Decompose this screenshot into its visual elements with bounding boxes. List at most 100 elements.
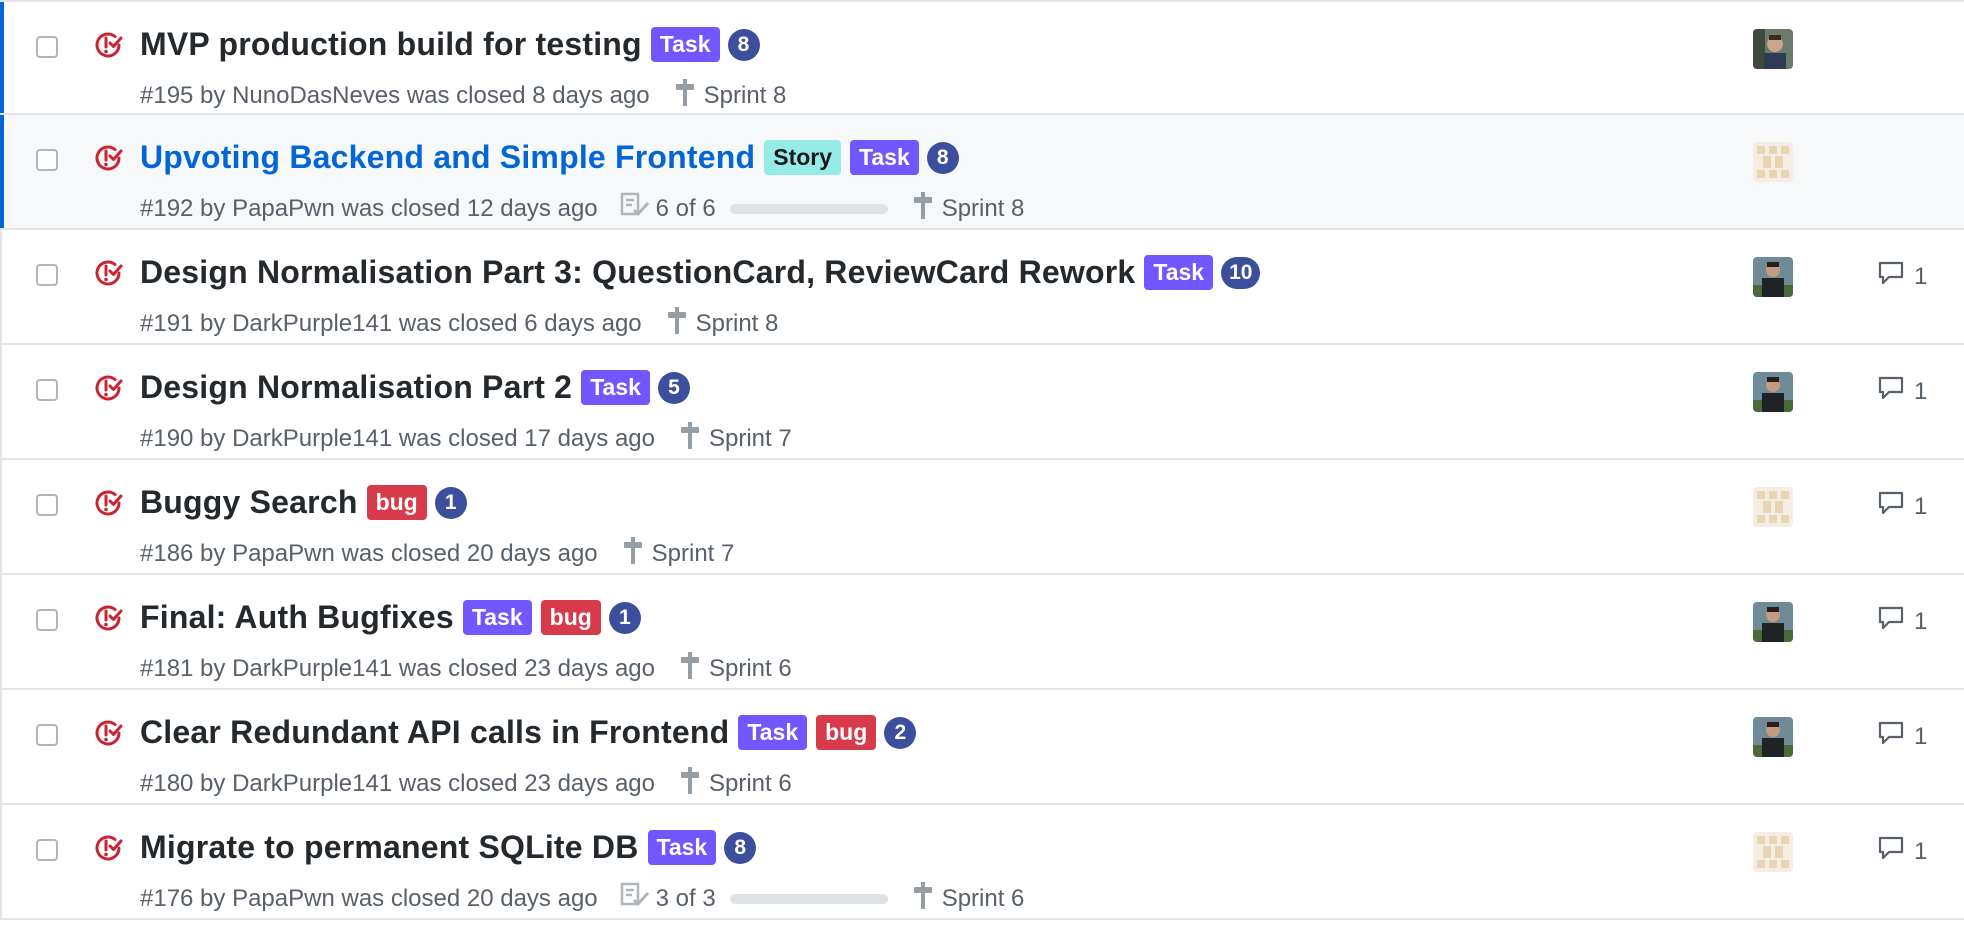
issue-meta-text[interactable]: #192 by PapaPwn was closed 12 days ago: [140, 195, 598, 223]
milestone-link[interactable]: Sprint 8: [666, 305, 778, 342]
milestone-link[interactable]: Sprint 6: [679, 650, 792, 687]
issue-meta-text[interactable]: #186 by PapaPwn was closed 20 days ago: [140, 540, 598, 568]
milestone-link[interactable]: Sprint 7: [622, 535, 735, 572]
issue-row[interactable]: Buggy Search bug 1 #186 by PapaPwn was c…: [0, 460, 1964, 575]
issue-closed-icon: [93, 258, 123, 288]
issue-meta: #190 by DarkPurple141 was closed 17 days…: [140, 420, 792, 457]
comment-count-value: 1: [1914, 722, 1928, 750]
milestone-link[interactable]: Sprint 6: [679, 765, 792, 802]
issue-title-line: Final: Auth Bugfixes Task bug 1: [140, 599, 641, 636]
milestone-link[interactable]: Sprint 8: [912, 190, 1024, 227]
comment-icon: [1877, 260, 1914, 293]
label-task[interactable]: Task: [647, 830, 717, 865]
comment-count[interactable]: 1: [1877, 375, 1927, 408]
issue-title[interactable]: Design Normalisation Part 3: QuestionCar…: [140, 254, 1135, 291]
issue-title[interactable]: Final: Auth Bugfixes: [140, 599, 454, 636]
issue-meta: #180 by DarkPurple141 was closed 23 days…: [140, 765, 792, 802]
issue-row[interactable]: Design Normalisation Part 3: QuestionCar…: [0, 230, 1964, 345]
select-checkbox[interactable]: [36, 264, 58, 286]
assignee-avatar[interactable]: [1753, 29, 1793, 69]
comment-count[interactable]: 1: [1877, 720, 1927, 753]
issue-row[interactable]: Design Normalisation Part 2 Task 5 #190 …: [0, 345, 1964, 460]
comment-count[interactable]: 1: [1877, 490, 1927, 523]
assignee-avatar[interactable]: [1753, 717, 1793, 757]
milestone-icon: [679, 650, 709, 687]
task-progress-bar: [729, 203, 888, 214]
issue-meta-text[interactable]: #181 by DarkPurple141 was closed 23 days…: [140, 655, 655, 683]
issue-title-line: MVP production build for testing Task 8: [140, 26, 760, 63]
issue-title[interactable]: Buggy Search: [140, 484, 358, 521]
issue-meta-text[interactable]: #191 by DarkPurple141 was closed 6 days …: [140, 310, 642, 338]
issue-meta-text[interactable]: #176 by PapaPwn was closed 20 days ago: [140, 885, 598, 913]
task-progress: 3 of 3: [620, 882, 888, 915]
issue-meta-text[interactable]: #190 by DarkPurple141 was closed 17 days…: [140, 425, 655, 453]
select-checkbox[interactable]: [36, 494, 58, 516]
issue-meta: #181 by DarkPurple141 was closed 23 days…: [140, 650, 792, 687]
milestone-link[interactable]: Sprint 6: [912, 880, 1024, 917]
estimate-badge: 8: [724, 831, 757, 864]
comment-icon: [1877, 720, 1914, 753]
issue-row[interactable]: MVP production build for testing Task 8 …: [0, 0, 1964, 115]
issue-title[interactable]: Migrate to permanent SQLite DB: [140, 829, 639, 866]
milestone-label: Sprint 8: [703, 81, 787, 109]
assignee-avatar[interactable]: [1753, 142, 1793, 182]
label-task[interactable]: Task: [462, 600, 532, 635]
task-progress-text: 6 of 6: [655, 194, 716, 222]
milestone-icon: [674, 77, 704, 114]
issue-meta: #192 by PapaPwn was closed 12 days ago 6…: [140, 190, 1024, 227]
estimate-badge: 2: [884, 716, 917, 749]
issue-row[interactable]: Final: Auth Bugfixes Task bug 1 #181 by D…: [0, 575, 1964, 690]
milestone-link[interactable]: Sprint 7: [679, 420, 792, 457]
issue-title-line: Migrate to permanent SQLite DB Task 8: [140, 829, 757, 866]
select-checkbox[interactable]: [36, 724, 58, 746]
milestone-icon: [679, 420, 709, 457]
select-checkbox[interactable]: [36, 149, 58, 171]
comment-count-value: 1: [1914, 607, 1928, 635]
issue-title[interactable]: Upvoting Backend and Simple Frontend: [140, 139, 755, 176]
task-progress: 6 of 6: [620, 192, 888, 225]
select-checkbox[interactable]: [36, 609, 58, 631]
label-task[interactable]: Task: [738, 715, 808, 750]
comment-count-value: 1: [1914, 377, 1928, 405]
issue-row[interactable]: Upvoting Backend and Simple Frontend Sto…: [0, 115, 1964, 230]
issue-title[interactable]: Clear Redundant API calls in Frontend: [140, 714, 729, 751]
issue-meta-text[interactable]: #195 by NunoDasNeves was closed 8 days a…: [140, 82, 650, 110]
select-checkbox[interactable]: [36, 36, 58, 58]
milestone-icon: [666, 305, 696, 342]
label-task[interactable]: Task: [1144, 255, 1214, 290]
milestone-label: Sprint 7: [709, 424, 792, 452]
issue-meta-text[interactable]: #180 by DarkPurple141 was closed 23 days…: [140, 770, 655, 798]
issue-title-line: Upvoting Backend and Simple Frontend Sto…: [140, 139, 959, 176]
issue-row[interactable]: Migrate to permanent SQLite DB Task 8 #1…: [0, 805, 1964, 920]
comment-count[interactable]: 1: [1877, 260, 1927, 293]
milestone-label: Sprint 7: [651, 539, 735, 567]
label-task[interactable]: Task: [850, 140, 919, 175]
assignee-avatar[interactable]: [1753, 257, 1793, 297]
assignee-avatar[interactable]: [1753, 602, 1793, 642]
label-task[interactable]: Task: [650, 27, 720, 62]
label-bug[interactable]: bug: [540, 600, 601, 635]
issue-closed-icon: [93, 833, 123, 863]
issue-meta: #176 by PapaPwn was closed 20 days ago 3…: [140, 880, 1024, 917]
comment-icon: [1877, 835, 1914, 868]
comment-icon: [1877, 375, 1914, 408]
issue-closed-icon: [93, 373, 123, 403]
comment-count-value: 1: [1914, 492, 1928, 520]
issue-title[interactable]: MVP production build for testing: [140, 26, 642, 63]
issue-meta: #191 by DarkPurple141 was closed 6 days …: [140, 305, 778, 342]
assignee-avatar[interactable]: [1753, 372, 1793, 412]
label-bug[interactable]: bug: [816, 715, 877, 750]
label-bug[interactable]: bug: [366, 485, 427, 520]
issue-list: MVP production build for testing Task 8 …: [0, 0, 1964, 920]
milestone-link[interactable]: Sprint 8: [674, 77, 787, 114]
issue-title[interactable]: Design Normalisation Part 2: [140, 369, 572, 406]
assignee-avatar[interactable]: [1753, 832, 1793, 872]
comment-count[interactable]: 1: [1877, 605, 1927, 638]
select-checkbox[interactable]: [36, 379, 58, 401]
assignee-avatar[interactable]: [1753, 487, 1793, 527]
comment-count[interactable]: 1: [1877, 835, 1927, 868]
select-checkbox[interactable]: [36, 839, 58, 861]
issue-row[interactable]: Clear Redundant API calls in Frontend Ta…: [0, 690, 1964, 805]
label-task[interactable]: Task: [581, 370, 650, 405]
label-story[interactable]: Story: [764, 140, 842, 175]
